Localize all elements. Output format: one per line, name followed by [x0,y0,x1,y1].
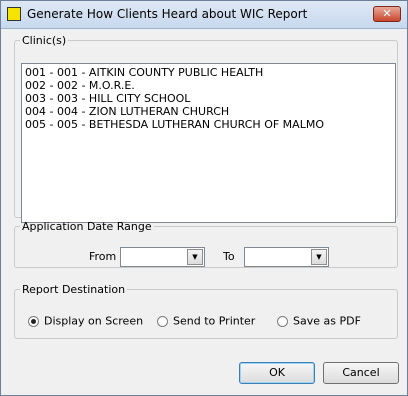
close-button[interactable]: ✕ [373,6,401,22]
report-destination-group: Report Destination Display on Screen Sen… [14,283,398,339]
report-dialog: Generate How Clients Heard about WIC Rep… [0,0,408,396]
title-bar[interactable]: Generate How Clients Heard about WIC Rep… [1,1,407,29]
clinics-legend: Clinic(s) [22,34,67,47]
radio-display-on-screen[interactable]: Display on Screen [28,314,143,330]
chevron-down-icon[interactable]: ▼ [187,249,203,265]
list-item[interactable]: 005 - 005 - BETHESDA LUTHERAN CHURCH OF … [25,118,392,131]
list-item[interactable]: 004 - 004 - ZION LUTHERAN CHURCH [25,105,392,118]
date-range-legend: Application Date Range [22,220,152,233]
radio-save-as-pdf[interactable]: Save as PDF [277,314,361,330]
radio-unselected-icon[interactable] [277,315,288,327]
date-range-group: Application Date Range From ▼ To ▼ [14,220,398,268]
list-item[interactable]: 003 - 003 - HILL CITY SCHOOL [25,92,392,105]
to-label: To [223,250,235,263]
window-title: Generate How Clients Heard about WIC Rep… [27,7,308,21]
clinics-group: Clinic(s) 001 - 001 - AITKIN COUNTY PUBL… [14,34,398,223]
cancel-button[interactable]: Cancel [323,362,399,384]
app-icon [7,7,21,21]
radio-unselected-icon[interactable] [157,315,168,327]
from-date-combo[interactable]: ▼ [120,247,205,267]
radio-selected-icon[interactable] [28,315,39,327]
report-destination-legend: Report Destination [22,283,126,296]
radio-send-to-printer[interactable]: Send to Printer [157,314,255,330]
chevron-down-icon[interactable]: ▼ [311,249,327,265]
from-label: From [89,250,117,263]
clinic-listbox[interactable]: 001 - 001 - AITKIN COUNTY PUBLIC HEALTH … [21,63,396,223]
ok-button[interactable]: OK [239,362,315,384]
list-item[interactable]: 002 - 002 - M.O.R.E. [25,79,392,92]
list-item[interactable]: 001 - 001 - AITKIN COUNTY PUBLIC HEALTH [25,66,392,79]
to-date-combo[interactable]: ▼ [244,247,329,267]
